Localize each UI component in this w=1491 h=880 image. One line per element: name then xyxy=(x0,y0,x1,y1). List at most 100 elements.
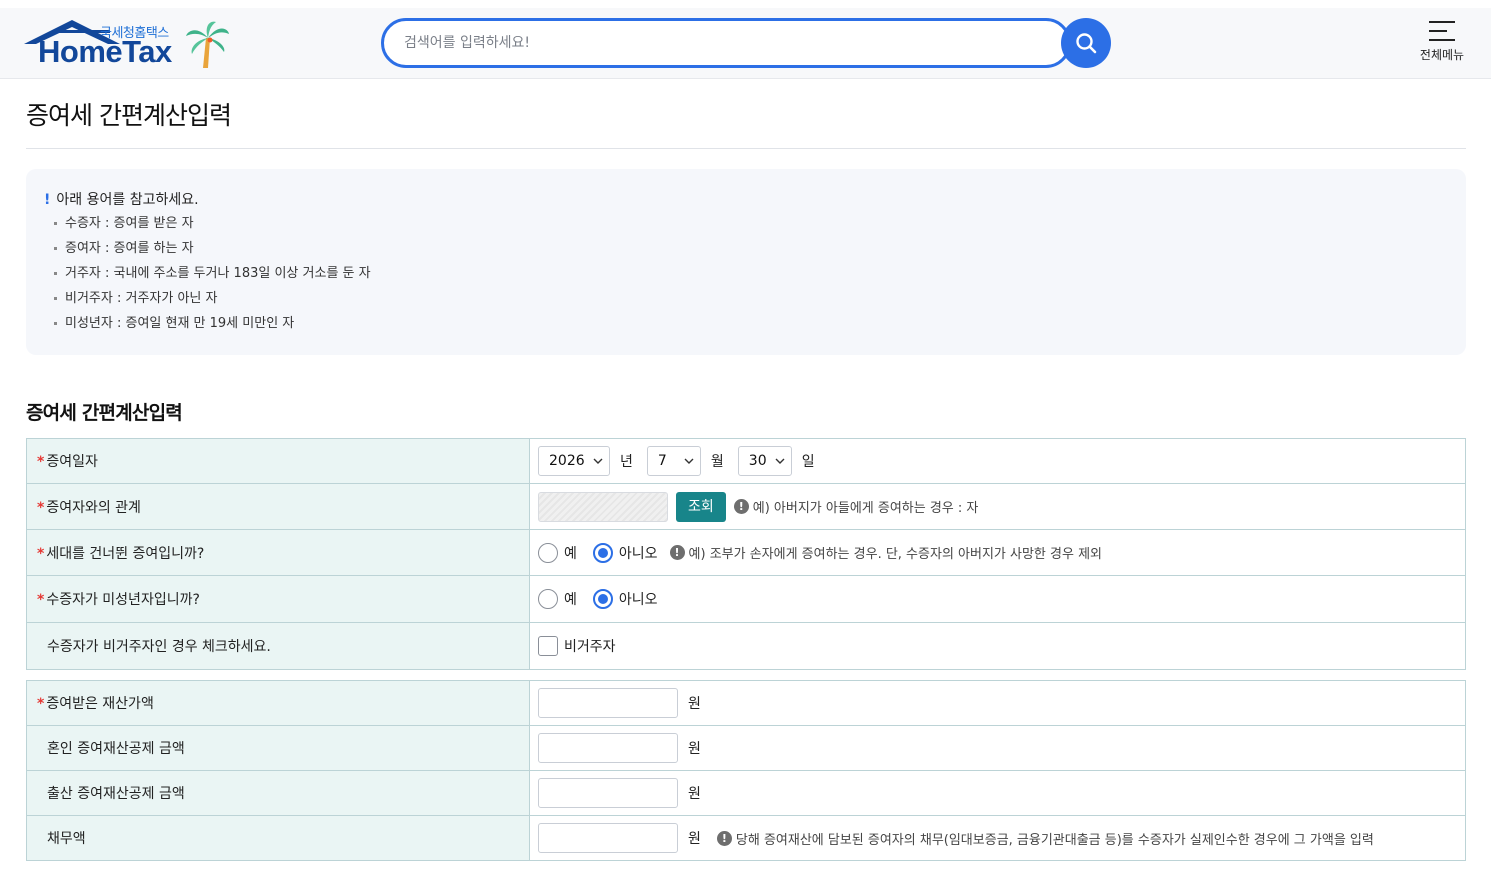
birth-deduction-cell: 원 xyxy=(529,770,1466,816)
table-row: * 증여일자 2026 년 7 월 30 일 xyxy=(26,438,1466,484)
full-menu-button[interactable]: 전체메뉴 xyxy=(1412,20,1472,70)
row-label: 출산 증여재산공제 금액 xyxy=(26,770,530,816)
info-heading-text: 아래 용어를 참고하세요. xyxy=(56,192,199,208)
logo-wordmark: HomeTax xyxy=(38,34,172,69)
site-header: 국세청홈택스 HomeTax 전체메뉴 xyxy=(0,8,1491,79)
hometax-logo[interactable]: 국세청홈택스 HomeTax xyxy=(24,20,234,78)
year-value: 2026 xyxy=(549,453,585,469)
table-row: * 증여자와의 관계 조회 ! 예) 아버지가 아들에게 증여하는 경우 : 자 xyxy=(26,483,1466,530)
marriage-deduction-input[interactable] xyxy=(538,733,678,763)
row-label: * 증여받은 재산가액 xyxy=(26,680,530,726)
checkbox-label: 비거주자 xyxy=(564,639,616,655)
radio-circle xyxy=(538,542,558,563)
radio-circle-selected xyxy=(592,542,613,563)
list-item: 증여자 : 증여를 하는 자 xyxy=(54,240,371,265)
search-icon xyxy=(1076,33,1097,54)
table-row: 수증자가 비거주자인 경우 체크하세요. 비거주자 xyxy=(26,622,1466,670)
required-mark: * xyxy=(37,696,45,712)
title-divider xyxy=(26,148,1466,149)
minor-label: 수증자가 미성년자입니까? xyxy=(46,592,200,608)
radio-label: 예 xyxy=(564,545,577,562)
required-mark: * xyxy=(37,499,45,516)
birth-deduction-label: 출산 증여재산공제 금액 xyxy=(47,786,185,802)
table-row: * 증여받은 재산가액 원 xyxy=(26,680,1466,726)
won-unit: 원 xyxy=(688,831,701,847)
relation-hint-text: 예) 아버지가 아들에게 증여하는 경우 : 자 xyxy=(752,501,979,516)
radio-label: 아니오 xyxy=(618,592,658,608)
relation-hint: ! 예) 아버지가 아들에게 증여하는 경우 : 자 xyxy=(733,497,979,516)
info-icon: ! xyxy=(716,830,732,846)
row-label: 채무액 xyxy=(26,815,530,861)
search-box xyxy=(381,18,1071,68)
skip-generation-hint: ! 예) 조부가 손자에게 증여하는 경우. 단, 수증자의 아버지가 사망한 경… xyxy=(669,543,1102,562)
nonresident-cell: 비거주자 xyxy=(529,622,1466,670)
full-menu-label: 전체메뉴 xyxy=(1419,48,1465,62)
month-value: 7 xyxy=(657,453,667,469)
row-label: * 세대를 건너뛴 증여입니까? xyxy=(26,529,530,576)
table-row: 혼인 증여재산공제 금액 원 xyxy=(26,725,1466,771)
search-input[interactable] xyxy=(404,21,1044,65)
info-heading: ! 아래 용어를 참고하세요. xyxy=(44,189,199,209)
required-mark: * xyxy=(37,545,45,562)
birth-deduction-input[interactable] xyxy=(538,778,678,808)
marriage-deduction-cell: 원 xyxy=(529,725,1466,771)
row-label: * 증여일자 xyxy=(26,438,530,484)
property-value-label: 증여받은 재산가액 xyxy=(46,696,154,712)
relation-field xyxy=(538,491,668,522)
skip-generation-yes-radio[interactable]: 예 xyxy=(538,542,577,563)
list-item: 비거주자 : 거주자가 아닌 자 xyxy=(54,290,371,315)
month-select[interactable]: 7 xyxy=(646,446,701,476)
exclamation-icon: ! xyxy=(44,192,51,208)
debt-hint: ! 당해 증여재산에 담보된 증여자의 채무(임대보증금, 금융기관대출금 등)를… xyxy=(716,829,1374,848)
row-label: 수증자가 비거주자인 경우 체크하세요. xyxy=(26,622,530,670)
required-mark: * xyxy=(37,454,45,470)
terms-list: 수증자 : 증여를 받은 자 증여자 : 증여를 하는 자 거주자 : 국내에 … xyxy=(54,215,371,340)
relation-label: 증여자와의 관계 xyxy=(46,499,141,516)
minor-no-radio[interactable]: 아니오 xyxy=(592,589,658,609)
property-value-input[interactable] xyxy=(538,688,678,718)
search-button[interactable] xyxy=(1061,18,1111,68)
month-unit: 월 xyxy=(710,454,724,470)
nonresident-label: 수증자가 비거주자인 경우 체크하세요. xyxy=(47,639,271,655)
gift-date-cell: 2026 년 7 월 30 일 xyxy=(529,438,1466,484)
minor-cell: 예 아니오 xyxy=(529,575,1466,623)
info-icon: ! xyxy=(733,499,749,514)
page-title: 증여세 간편계산입력 xyxy=(26,101,232,130)
table-row: * 수증자가 미성년자입니까? 예 아니오 xyxy=(26,575,1466,623)
table-row: * 세대를 건너뛴 증여입니까? 예 아니오 ! 예) 조부가 손자에게 증여하는 … xyxy=(26,529,1466,576)
section-title: 증여세 간편계산입력 xyxy=(26,402,183,424)
radio-circle xyxy=(538,589,558,609)
chevron-down-icon xyxy=(775,458,785,464)
minor-yes-radio[interactable]: 예 xyxy=(538,589,577,609)
year-select[interactable]: 2026 xyxy=(538,446,610,476)
chevron-down-icon xyxy=(684,458,694,464)
debt-label: 채무액 xyxy=(47,831,86,847)
relation-lookup-button[interactable]: 조회 xyxy=(676,491,726,522)
won-unit: 원 xyxy=(688,696,701,712)
property-value-cell: 원 xyxy=(529,680,1466,726)
nonresident-checkbox[interactable]: 비거주자 xyxy=(538,636,616,656)
day-value: 30 xyxy=(748,453,767,469)
relation-cell: 조회 ! 예) 아버지가 아들에게 증여하는 경우 : 자 xyxy=(529,483,1466,530)
table-row: 출산 증여재산공제 금액 원 xyxy=(26,770,1466,816)
day-select[interactable]: 30 xyxy=(737,446,792,476)
debt-input[interactable] xyxy=(538,823,678,853)
year-unit: 년 xyxy=(620,454,633,470)
debt-hint-text: 당해 증여재산에 담보된 증여자의 채무(임대보증금, 금융기관대출금 등)를 … xyxy=(735,832,1374,848)
gift-amount-form: * 증여받은 재산가액 원 혼인 증여재산공제 금액 원 출산 증여재산공제 금액… xyxy=(26,680,1466,861)
table-row: 채무액 원 ! 당해 증여재산에 담보된 증여자의 채무(임대보증금, 금융기관대… xyxy=(26,815,1466,861)
list-item: 미성년자 : 증여일 현재 만 19세 미만인 자 xyxy=(54,315,371,340)
radio-circle-selected xyxy=(592,589,613,609)
day-unit: 일 xyxy=(801,454,815,470)
skip-generation-hint-text: 예) 조부가 손자에게 증여하는 경우. 단, 수증자의 아버지가 사망한 경우… xyxy=(688,547,1102,562)
terms-info-box: ! 아래 용어를 참고하세요. 수증자 : 증여를 받은 자 증여자 : 증여를 … xyxy=(26,169,1466,355)
won-unit: 원 xyxy=(688,786,701,802)
marriage-deduction-label: 혼인 증여재산공제 금액 xyxy=(47,741,185,757)
row-label: * 수증자가 미성년자입니까? xyxy=(26,575,530,623)
skip-generation-label: 세대를 건너뛴 증여입니까? xyxy=(46,545,205,562)
radio-label: 아니오 xyxy=(618,545,658,562)
chevron-down-icon xyxy=(593,458,603,464)
skip-generation-cell: 예 아니오 ! 예) 조부가 손자에게 증여하는 경우. 단, 수증자의 아버지가… xyxy=(529,529,1466,576)
hamburger-icon xyxy=(1429,21,1455,41)
skip-generation-no-radio[interactable]: 아니오 xyxy=(592,542,658,563)
